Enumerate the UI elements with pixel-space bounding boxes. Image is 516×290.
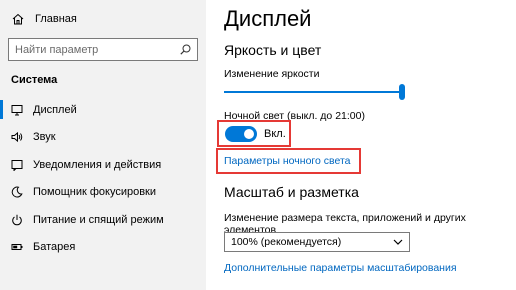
- sidebar-item-label: Помощник фокусировки: [33, 186, 157, 199]
- sidebar-item-power-sleep[interactable]: Питание и спящий режим: [0, 206, 206, 234]
- advanced-scaling-link[interactable]: Дополнительные параметры масштабирования: [224, 262, 457, 274]
- moon-icon: [11, 186, 23, 198]
- search-input[interactable]: Найти параметр: [8, 38, 198, 61]
- brightness-section-title: Яркость и цвет: [224, 42, 322, 58]
- sidebar-item-label: Уведомления и действия: [33, 158, 162, 171]
- scale-section-title: Масштаб и разметка: [224, 184, 359, 200]
- section-title: Система: [11, 74, 58, 86]
- search-icon: [180, 44, 191, 55]
- sidebar-item-label: Дисплей: [33, 103, 77, 116]
- home-label: Главная: [35, 13, 77, 25]
- sidebar: Главная Найти параметр Система Дисплей З…: [0, 0, 206, 290]
- sidebar-item-display[interactable]: Дисплей: [0, 96, 206, 124]
- speaker-icon: [11, 131, 23, 143]
- night-light-toggle-state: Вкл.: [264, 128, 286, 140]
- main-panel: Дисплей Яркость и цвет Изменение яркости…: [206, 0, 516, 290]
- sidebar-item-label: Звук: [33, 131, 56, 144]
- sidebar-item-focus-assist[interactable]: Помощник фокусировки: [0, 179, 206, 207]
- sidebar-item-label: Батарея: [33, 241, 76, 254]
- brightness-slider-track[interactable]: [224, 91, 402, 93]
- brightness-slider-thumb[interactable]: [399, 84, 405, 100]
- scale-dropdown-value: 100% (рекомендуется): [231, 236, 342, 248]
- page-title: Дисплей: [224, 6, 312, 31]
- power-icon: [11, 214, 23, 226]
- monitor-icon: [11, 104, 23, 116]
- night-light-settings-link[interactable]: Параметры ночного света: [224, 155, 351, 167]
- home-icon: [12, 13, 24, 25]
- scale-dropdown[interactable]: 100% (рекомендуется): [224, 232, 410, 252]
- sidebar-item-label: Питание и спящий режим: [33, 213, 164, 226]
- sidebar-item-notifications[interactable]: Уведомления и действия: [0, 151, 206, 179]
- battery-icon: [11, 241, 23, 253]
- sidebar-item-battery[interactable]: Батарея: [0, 234, 206, 262]
- home-button[interactable]: Главная: [12, 10, 77, 28]
- sidebar-nav: Дисплей Звук Уведомления и действия Помо…: [0, 96, 206, 261]
- night-light-toggle[interactable]: [225, 126, 257, 142]
- chevron-down-icon: [393, 239, 403, 245]
- notification-icon: [11, 159, 23, 171]
- sidebar-item-sound[interactable]: Звук: [0, 124, 206, 152]
- search-placeholder: Найти параметр: [15, 43, 99, 56]
- toggle-knob: [244, 129, 254, 139]
- brightness-label: Изменение яркости: [224, 68, 320, 80]
